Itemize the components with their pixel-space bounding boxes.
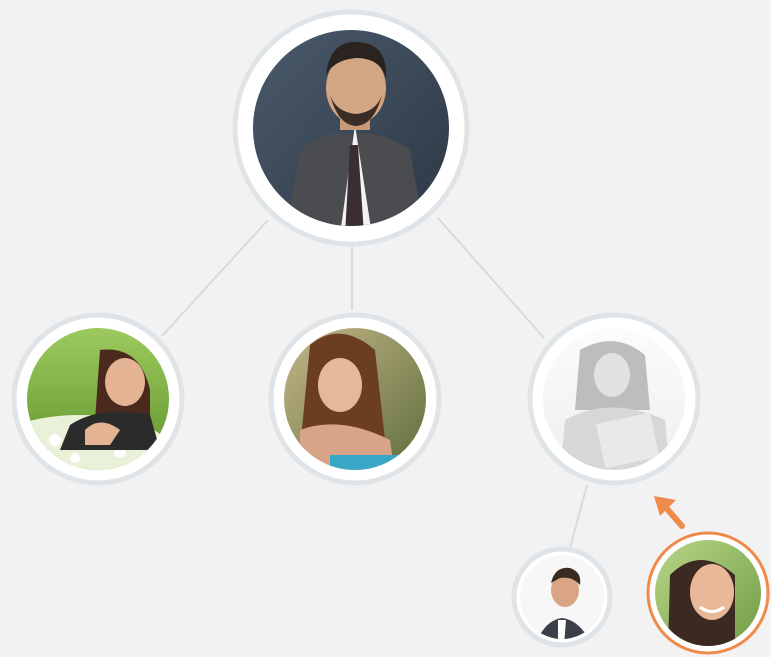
org-chart-diagram: [0, 9, 770, 655]
node-employee-1[interactable]: [0, 312, 185, 486]
connector-manager-employee-1: [161, 219, 269, 337]
node-employee-2[interactable]: [268, 312, 442, 486]
node-sub-employee[interactable]: [511, 546, 613, 648]
node-new-member[interactable]: [646, 531, 770, 655]
connector-employee-3-sub-employee: [568, 484, 588, 553]
node-employee-3[interactable]: [527, 312, 701, 486]
node-manager[interactable]: [232, 9, 470, 247]
connector-manager-employee-3: [437, 217, 545, 339]
arrow-up-left-icon: [654, 496, 685, 529]
